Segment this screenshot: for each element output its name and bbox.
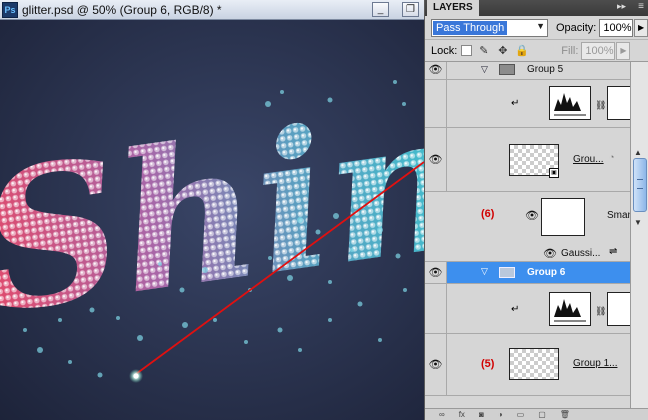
- layer-thumbnail: [541, 198, 585, 236]
- fill-slider-button[interactable]: ▶: [616, 41, 631, 60]
- clip-arrow-icon: ↵: [511, 98, 520, 109]
- layer-mask-thumbnail: [607, 292, 630, 326]
- move-icon[interactable]: ✥: [495, 43, 510, 58]
- eye-icon: 👁: [428, 64, 443, 76]
- annotation-label-6: (6): [481, 208, 495, 220]
- layers-list: 👁 ▽ Group 5 ↵ ⛓ 👁 ▣ Grou... ◔ (6) 👁 Sma …: [425, 62, 630, 408]
- levels-icon: [549, 292, 591, 326]
- visibility-toggle[interactable]: [425, 80, 447, 127]
- layer-name: Group 6: [527, 267, 566, 278]
- tab-layers[interactable]: LAYERS: [427, 0, 479, 16]
- fill-label: Fill:: [561, 44, 579, 57]
- filter-options-icon[interactable]: ⇌: [609, 246, 617, 257]
- visibility-toggle[interactable]: 👁: [425, 334, 447, 395]
- layer-mask-thumbnail: [607, 86, 630, 120]
- brush-icon[interactable]: ✎: [476, 43, 491, 58]
- chain-link-icon[interactable]: ⛓: [595, 306, 606, 317]
- layers-panel[interactable]: LAYERS ▸▸ ≡ Pass Through ▼ Opacity: 100%…: [424, 0, 648, 420]
- chain-link-icon[interactable]: ⛓: [595, 100, 606, 111]
- document-titlebar[interactable]: Ps glitter.psd @ 50% (Group 6, RGB/8) * …: [0, 0, 424, 20]
- layer-row-adjustment[interactable]: ↵ ⛓: [425, 80, 630, 128]
- layer-name: Group 1...: [573, 358, 618, 369]
- layer-name: Grou...: [573, 154, 604, 165]
- mask-icon[interactable]: ◙: [479, 410, 484, 419]
- visibility-toggle[interactable]: 👁: [425, 128, 447, 191]
- disclosure-triangle-icon[interactable]: ▽: [481, 266, 488, 277]
- blend-mode-select[interactable]: Pass Through ▼: [431, 18, 548, 37]
- new-group-icon[interactable]: ▭: [517, 410, 525, 419]
- document-window[interactable]: Ps glitter.psd @ 50% (Group 6, RGB/8) * …: [0, 0, 424, 420]
- lock-transparency-icon[interactable]: [461, 45, 473, 56]
- eye-icon: 👁: [428, 359, 443, 371]
- clip-arrow-icon: ↵: [511, 304, 520, 315]
- scroll-down-icon[interactable]: ▼: [634, 218, 642, 227]
- panel-menu-icon[interactable]: ≡: [638, 1, 644, 12]
- layer-row-smart-object[interactable]: (6) 👁 Sman: [425, 192, 630, 244]
- eye-icon[interactable]: 👁: [543, 247, 557, 260]
- panel-footer: ∞ fx ◙ ◑ ▭ ▢ 🗑: [425, 408, 648, 420]
- effects-icon[interactable]: ◔: [609, 152, 614, 162]
- layers-scrollbar[interactable]: ▲ ▼: [630, 62, 648, 408]
- visibility-toggle[interactable]: 👁: [425, 62, 447, 79]
- link-layers-icon[interactable]: ∞: [439, 410, 445, 419]
- lock-icon[interactable]: 🔒: [514, 43, 529, 58]
- fx-icon[interactable]: fx: [459, 410, 465, 419]
- scroll-up-icon[interactable]: ▲: [634, 148, 642, 157]
- collapse-icon[interactable]: ▸▸: [617, 1, 626, 12]
- layer-row-group-1[interactable]: 👁 (5) Group 1...: [425, 334, 630, 396]
- opacity-label: Opacity:: [556, 21, 597, 34]
- layer-thumbnail: [509, 348, 559, 380]
- document-canvas[interactable]: Shin Shin: [0, 20, 424, 420]
- layer-row-group-smart[interactable]: 👁 ▣ Grou... ◔: [425, 128, 630, 192]
- document-title: glitter.psd @ 50% (Group 6, RGB/8) *: [22, 2, 222, 17]
- eye-icon: 👁: [428, 154, 443, 166]
- photoshop-icon: Ps: [2, 1, 18, 18]
- layer-name: Group 5: [527, 64, 564, 75]
- grip-icon: [637, 179, 643, 189]
- folder-icon: [499, 64, 515, 75]
- scroll-thumb[interactable]: [633, 158, 647, 212]
- folder-icon: [499, 267, 515, 278]
- layer-row-group-6[interactable]: 👁 ▽ Group 6: [425, 262, 630, 284]
- restore-button[interactable]: ❐: [402, 2, 419, 17]
- layer-row-group-5[interactable]: 👁 ▽ Group 5: [425, 62, 630, 80]
- visibility-toggle[interactable]: [425, 284, 447, 333]
- blend-mode-value: Pass Through: [433, 20, 508, 35]
- new-layer-icon[interactable]: ▢: [538, 410, 546, 419]
- fill-field[interactable]: 100%: [581, 41, 616, 60]
- annotation-label-5: (5): [481, 358, 495, 370]
- opacity-slider-button[interactable]: ▶: [634, 18, 648, 37]
- visibility-toggle: [425, 192, 447, 244]
- panel-tabbar: LAYERS ▸▸ ≡: [425, 0, 648, 16]
- minimize-button[interactable]: _: [372, 2, 389, 17]
- chevron-down-icon: ▼: [536, 20, 545, 31]
- levels-icon: [549, 86, 591, 120]
- eye-icon: 👁: [428, 267, 443, 279]
- layer-name: Gaussi...: [561, 248, 601, 259]
- disclosure-triangle-icon[interactable]: ▽: [481, 64, 488, 75]
- lock-label: Lock:: [431, 44, 458, 57]
- layer-name: Sman: [607, 210, 630, 221]
- layer-row-filter[interactable]: 👁 Gaussi... ⇌: [425, 244, 630, 262]
- eye-icon[interactable]: 👁: [525, 209, 539, 222]
- visibility-toggle[interactable]: 👁: [425, 262, 447, 283]
- blend-row: Pass Through ▼ Opacity: 100% ▶: [425, 16, 648, 40]
- layer-row-adjustment[interactable]: ↵ ⛓: [425, 284, 630, 334]
- trash-icon[interactable]: 🗑: [560, 410, 570, 419]
- smart-object-icon: ▣: [549, 168, 559, 178]
- lock-row: Lock: ✎ ✥ 🔒 Fill: 100% ▶: [425, 40, 648, 62]
- adjustment-icon[interactable]: ◑: [498, 410, 503, 419]
- opacity-field[interactable]: 100%: [599, 18, 634, 37]
